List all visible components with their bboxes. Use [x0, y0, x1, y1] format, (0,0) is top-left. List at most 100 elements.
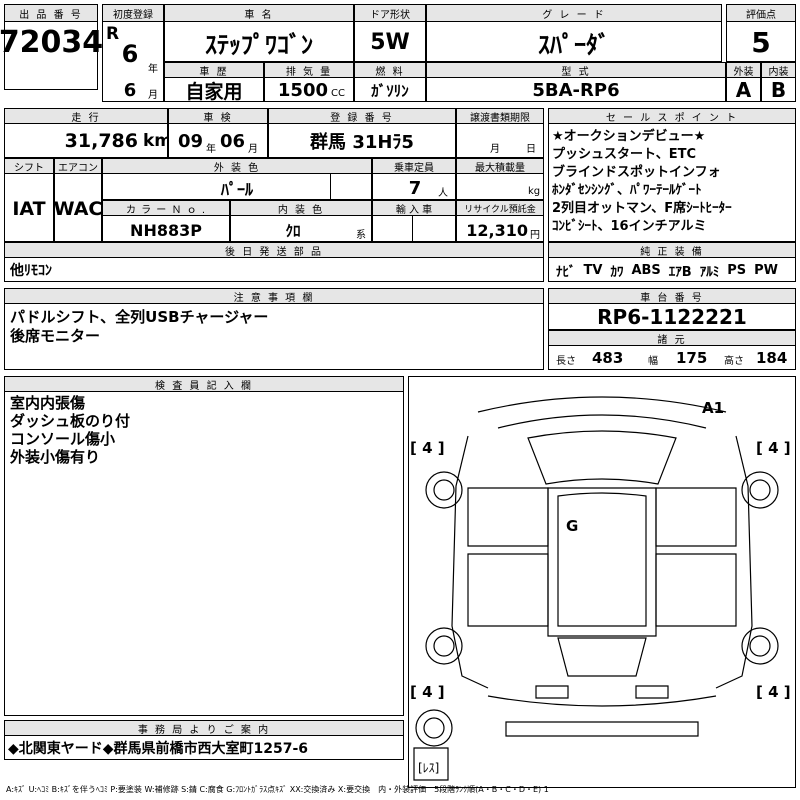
car-diagram — [413, 396, 779, 781]
transfer-day-unit: 日 — [526, 143, 536, 155]
interior-color: ｸﾛ — [285, 221, 301, 240]
displacement: 1500 — [277, 79, 328, 101]
reg-no-label: 登 録 番 号 — [268, 108, 456, 124]
inspection-year: 09 — [178, 130, 204, 152]
int-grade: B — [770, 78, 787, 102]
equipment-item: ｶﾜ — [610, 264, 624, 280]
equipment-item: ｴｱB — [668, 264, 692, 280]
equipment-item: ABS — [631, 262, 661, 278]
equipment-label: 純 正 装 備 — [548, 242, 796, 258]
notes-list: パドルシフト、全列USBチャージャー 後席モニター — [10, 308, 268, 346]
displacement-label: 排 気 量 — [264, 62, 354, 78]
import-label: 輸 入 車 — [372, 200, 456, 216]
notes-label: 注 意 事 項 欄 — [4, 288, 544, 304]
load-unit: kg — [528, 185, 541, 197]
color-divider — [330, 174, 331, 200]
shift-label: シフト — [4, 158, 54, 174]
grade: ｽﾊﾟｰﾀﾞ — [538, 30, 610, 59]
capacity-label: 乗車定員 — [372, 158, 456, 174]
model-label: 型 式 — [426, 62, 726, 78]
history: 自家用 — [185, 80, 243, 103]
inspector-line: 外装小傷有り — [10, 448, 101, 466]
color-no-label: カ ラ ー Ｎ ｏ . — [102, 200, 230, 216]
fuel: ｶﾞｿﾘﾝ — [371, 81, 409, 100]
inspector-list: 室内内張傷 ダッシュ板のり付 コンソール傷小 外装小傷有り — [10, 394, 130, 466]
transfer-label: 譲渡書類期限 — [456, 108, 544, 124]
transfer-month-unit: 月 — [490, 143, 500, 155]
height-label: 高さ — [724, 355, 744, 367]
sales-line: 2列目オットマン、F席ｼｰﾄﾋｰﾀｰ — [552, 201, 732, 216]
tire-rear-right: [ 4 ] — [756, 683, 791, 701]
sales-list: ★オークションデビュー★ プッシュスタート、ETC ブラインドスポットインフォ … — [552, 128, 732, 236]
interior-color-unit: 系 — [356, 229, 366, 241]
first-reg-month: 6 — [123, 79, 137, 101]
equipment-item: ﾅﾋﾞ — [556, 264, 576, 280]
equipment-items: ﾅﾋﾞ TV ｶﾜ ABS ｴｱB ｱﾙﾐ PS PW — [556, 260, 778, 280]
sales-line: ★オークションデビュー★ — [552, 129, 706, 144]
door-type: 5W — [370, 29, 410, 55]
equipment-item: PW — [754, 262, 778, 278]
load-label: 最大積載量 — [456, 158, 544, 174]
recycle-label: リサイクル預託金 — [456, 200, 544, 216]
office-text: ◆北関東ヤード◆群馬県前橋市西大室町1257-6 — [8, 741, 309, 757]
first-reg-year-unit: 年 — [148, 63, 158, 75]
sales-label: セ ー ル ス ポ イ ン ト — [548, 108, 796, 124]
color: ﾊﾟｰﾙ — [220, 180, 253, 199]
door-label: ドア形状 — [354, 4, 426, 22]
first-reg-label: 初度登録 — [102, 4, 164, 22]
recycle-unit: 円 — [530, 229, 540, 241]
lot-label: 出 品 番 号 — [4, 4, 98, 22]
chassis-number: RP6-1122221 — [597, 305, 747, 329]
car-name: ｽﾃｯﾌﾟﾜｺﾞﾝ — [205, 30, 313, 59]
height: 184 — [756, 349, 788, 367]
color-no: NH883P — [130, 220, 202, 240]
lot-number: 72034 — [0, 24, 104, 60]
sales-line: ｺﾝﾋﾞｼｰﾄ、16インチアルミ — [552, 219, 707, 234]
spec-label: 諸 元 — [548, 330, 796, 346]
mark-g: G — [566, 517, 579, 535]
mileage-label: 走 行 — [4, 108, 168, 124]
length: 483 — [592, 349, 624, 367]
inspection-year-unit: 年 — [206, 143, 216, 155]
color-label: 外 装 色 — [102, 158, 372, 174]
displacement-unit: CC — [331, 87, 345, 99]
first-reg-month-unit: 月 — [148, 89, 158, 101]
notes-line: 後席モニター — [10, 327, 101, 345]
width-label: 幅 — [648, 355, 658, 367]
equipment-item: TV — [583, 262, 603, 278]
inspector-line: 室内内張傷 — [10, 394, 86, 412]
chassis-label: 車 台 番 号 — [548, 288, 796, 304]
fuel-label: 燃 料 — [354, 62, 426, 78]
later-parts: 他ﾘﾓｺﾝ — [10, 263, 52, 279]
import-divider — [412, 216, 413, 242]
equipment-item: ｱﾙﾐ — [699, 264, 720, 280]
inspection-label: 車 検 — [168, 108, 268, 124]
model: 5BA-RP6 — [532, 79, 620, 101]
sales-line: ブラインドスポットインフォ — [552, 165, 721, 180]
reg-no: 群馬 31Hﾗ5 — [310, 132, 414, 153]
sales-line: ﾎﾝﾀﾞｾﾝｼﾝｸﾞ、ﾊﾟﾜｰﾃｰﾙｹﾞｰﾄ — [552, 183, 702, 198]
recycle: 12,310 — [466, 220, 528, 240]
ac: WAC — [53, 198, 103, 220]
tire-front-left: [ 4 ] — [410, 439, 445, 457]
ac-label: エアコン — [54, 158, 102, 174]
int-grade-label: 内装 — [761, 62, 796, 78]
inspection-month-unit: 月 — [248, 143, 258, 155]
office-label: 事 務 局 よ り ご 案 内 — [4, 720, 404, 736]
notes-line: パドルシフト、全列USBチャージャー — [10, 308, 269, 326]
later-parts-label: 後 日 発 送 部 品 — [4, 242, 544, 258]
score-label: 評価点 — [726, 4, 796, 22]
mileage: 31,786 — [64, 130, 138, 152]
tire-rear-left: [ 4 ] — [410, 683, 445, 701]
capacity: 7 — [408, 177, 422, 199]
tire-front-right: [ 4 ] — [756, 439, 791, 457]
spare-tire: [ﾚｽ] — [418, 760, 440, 775]
legend: A:ｷｽﾞ U:ﾍｺﾐ B:ｷｽﾞを伴うﾍｺﾐ P:要塗装 W:補修跡 S:錆 … — [6, 784, 549, 794]
grade-label: グ レ ー ド — [426, 4, 722, 22]
width: 175 — [676, 349, 708, 367]
inspector-line: コンソール傷小 — [10, 430, 116, 448]
length-label: 長さ — [556, 355, 576, 367]
interior-color-label: 内 装 色 — [230, 200, 372, 216]
score: 5 — [751, 25, 771, 59]
equipment-item: PS — [727, 262, 747, 278]
